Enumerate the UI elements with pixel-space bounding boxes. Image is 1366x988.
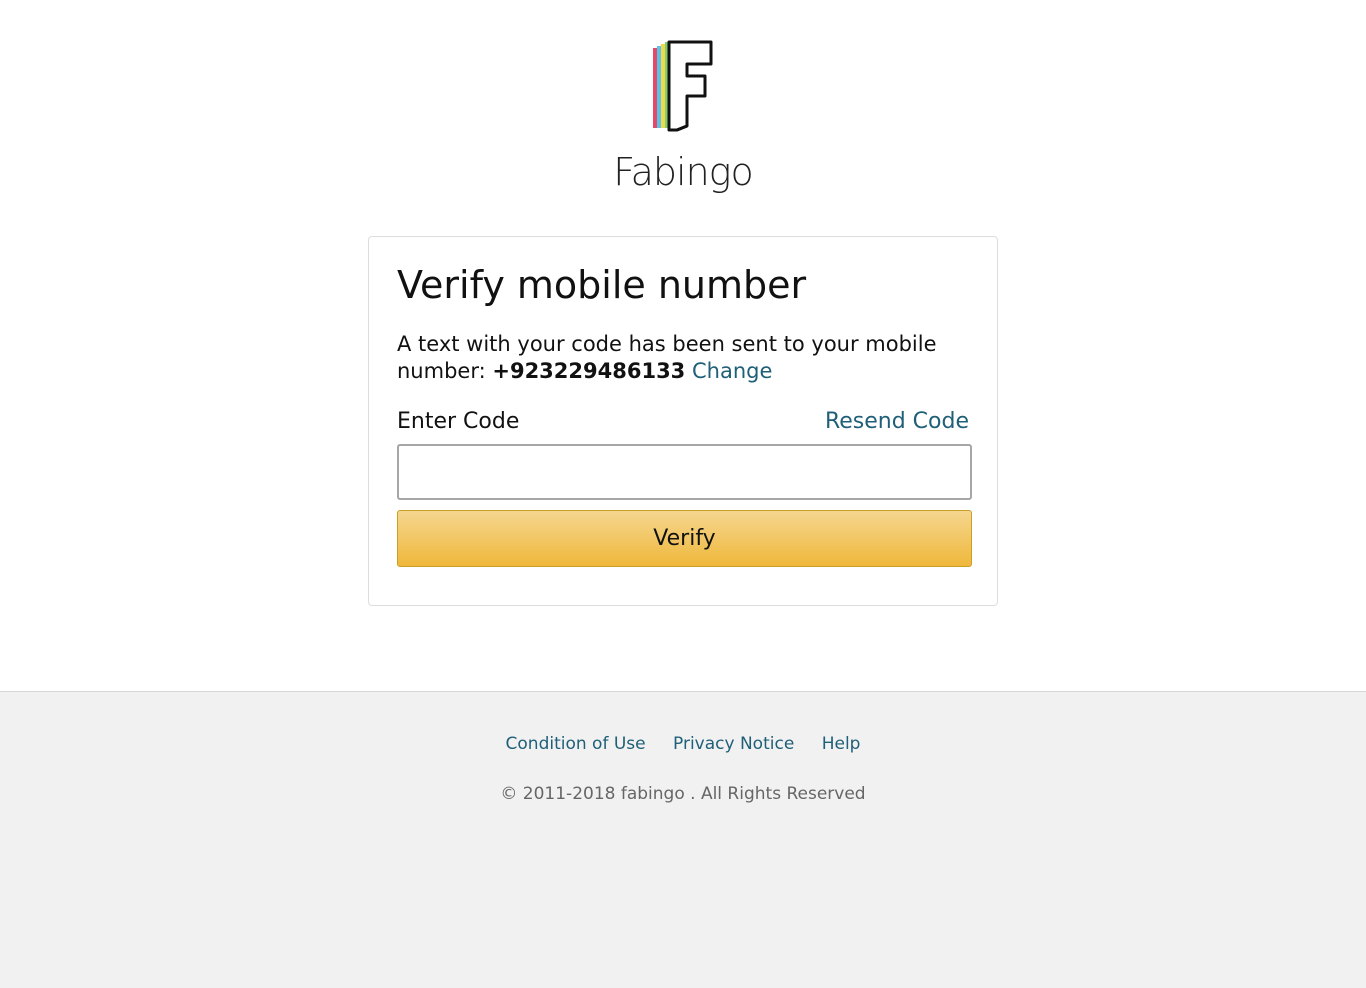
footer: Condition of Use Privacy Notice Help © 2… bbox=[0, 691, 1366, 988]
phone-number: +923229486133 bbox=[492, 359, 686, 383]
code-input[interactable] bbox=[397, 444, 972, 500]
resend-code-link[interactable]: Resend Code bbox=[825, 409, 969, 434]
verify-page: Fabingo Verify mobile number A text with… bbox=[0, 0, 1366, 988]
page-title: Verify mobile number bbox=[397, 263, 807, 307]
verify-button[interactable]: Verify bbox=[397, 510, 972, 567]
verify-card: Verify mobile number A text with your co… bbox=[368, 236, 998, 606]
code-sent-message: A text with your code has been sent to y… bbox=[397, 331, 972, 385]
enter-code-label: Enter Code bbox=[397, 409, 520, 434]
copyright-text: © 2011-2018 fabingo . All Rights Reserve… bbox=[500, 784, 866, 804]
logo-container bbox=[0, 38, 1366, 134]
footer-links: Condition of Use Privacy Notice Help bbox=[0, 734, 1366, 754]
brand-name: Fabingo bbox=[613, 150, 753, 194]
privacy-notice-link[interactable]: Privacy Notice bbox=[673, 734, 794, 754]
fabingo-f-logo-icon[interactable] bbox=[651, 38, 715, 134]
condition-of-use-link[interactable]: Condition of Use bbox=[506, 734, 646, 754]
help-link[interactable]: Help bbox=[822, 734, 861, 754]
change-number-link[interactable]: Change bbox=[692, 359, 772, 383]
